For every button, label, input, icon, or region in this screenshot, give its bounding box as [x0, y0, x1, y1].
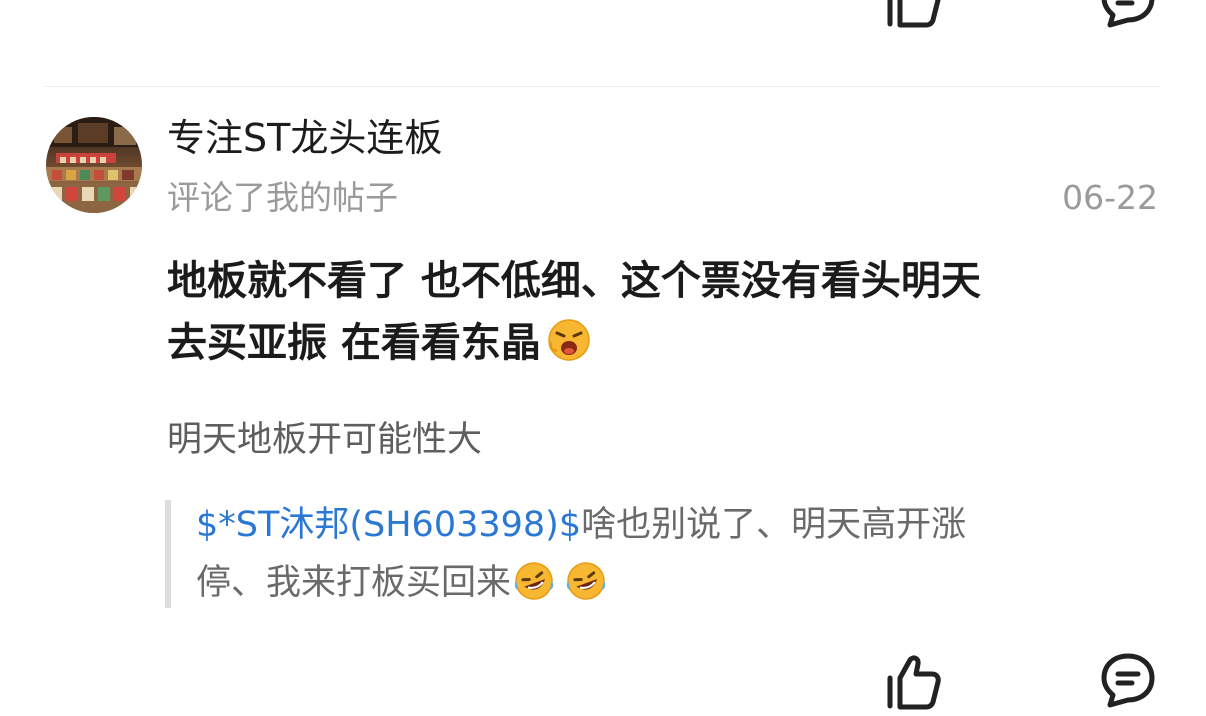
reply-text: 明天地板开可能性大	[167, 420, 483, 460]
comment-body-line-2-text: 去买亚振 在看看东晶	[167, 320, 541, 366]
comment-button[interactable]	[1100, 652, 1160, 712]
yawning-face-icon	[547, 318, 591, 380]
laughing-crying-face-icon	[513, 560, 555, 620]
quoted-post-line-1: $*ST沐邦(SH603398)$啥也别说了、明天高开涨	[196, 496, 1156, 554]
comment-bubble-icon	[1101, 653, 1155, 708]
quoted-text-part-1: 啥也别说了、明天高开涨	[581, 505, 967, 545]
laughing-crying-face-icon	[565, 560, 607, 620]
comment-body-line-1: 地板就不看了 也不低细、这个票没有看头明天	[167, 258, 981, 304]
stock-tag-link[interactable]: $*ST沐邦(SH603398)$	[196, 505, 581, 545]
avatar-image	[46, 117, 142, 213]
quoted-text-part-2: 停、我来打板买回来	[196, 563, 512, 603]
comment-bubble-icon	[1101, 0, 1155, 28]
avatar[interactable]	[46, 117, 142, 213]
previous-comment-button[interactable]	[1100, 0, 1160, 32]
comment-body-line-2: 去买亚振 在看看东晶	[167, 312, 1167, 380]
comment-date: 06-22	[1062, 178, 1158, 217]
thumbs-up-icon	[887, 655, 941, 710]
quote-bar	[165, 500, 171, 608]
thumbs-up-icon	[887, 0, 941, 28]
quoted-post-line-2: 停、我来打板买回来	[196, 554, 1156, 620]
like-button[interactable]	[884, 652, 944, 712]
divider	[44, 86, 1160, 87]
username[interactable]: 专注ST龙头连板	[167, 112, 442, 164]
comment-subtitle: 评论了我的帖子	[167, 178, 398, 217]
comment-body: 地板就不看了 也不低细、这个票没有看头明天 去买亚振 在看看东晶	[167, 250, 1167, 380]
quoted-post[interactable]: $*ST沐邦(SH603398)$啥也别说了、明天高开涨 停、我来打板买回来	[196, 496, 1156, 620]
previous-like-button[interactable]	[884, 0, 944, 30]
